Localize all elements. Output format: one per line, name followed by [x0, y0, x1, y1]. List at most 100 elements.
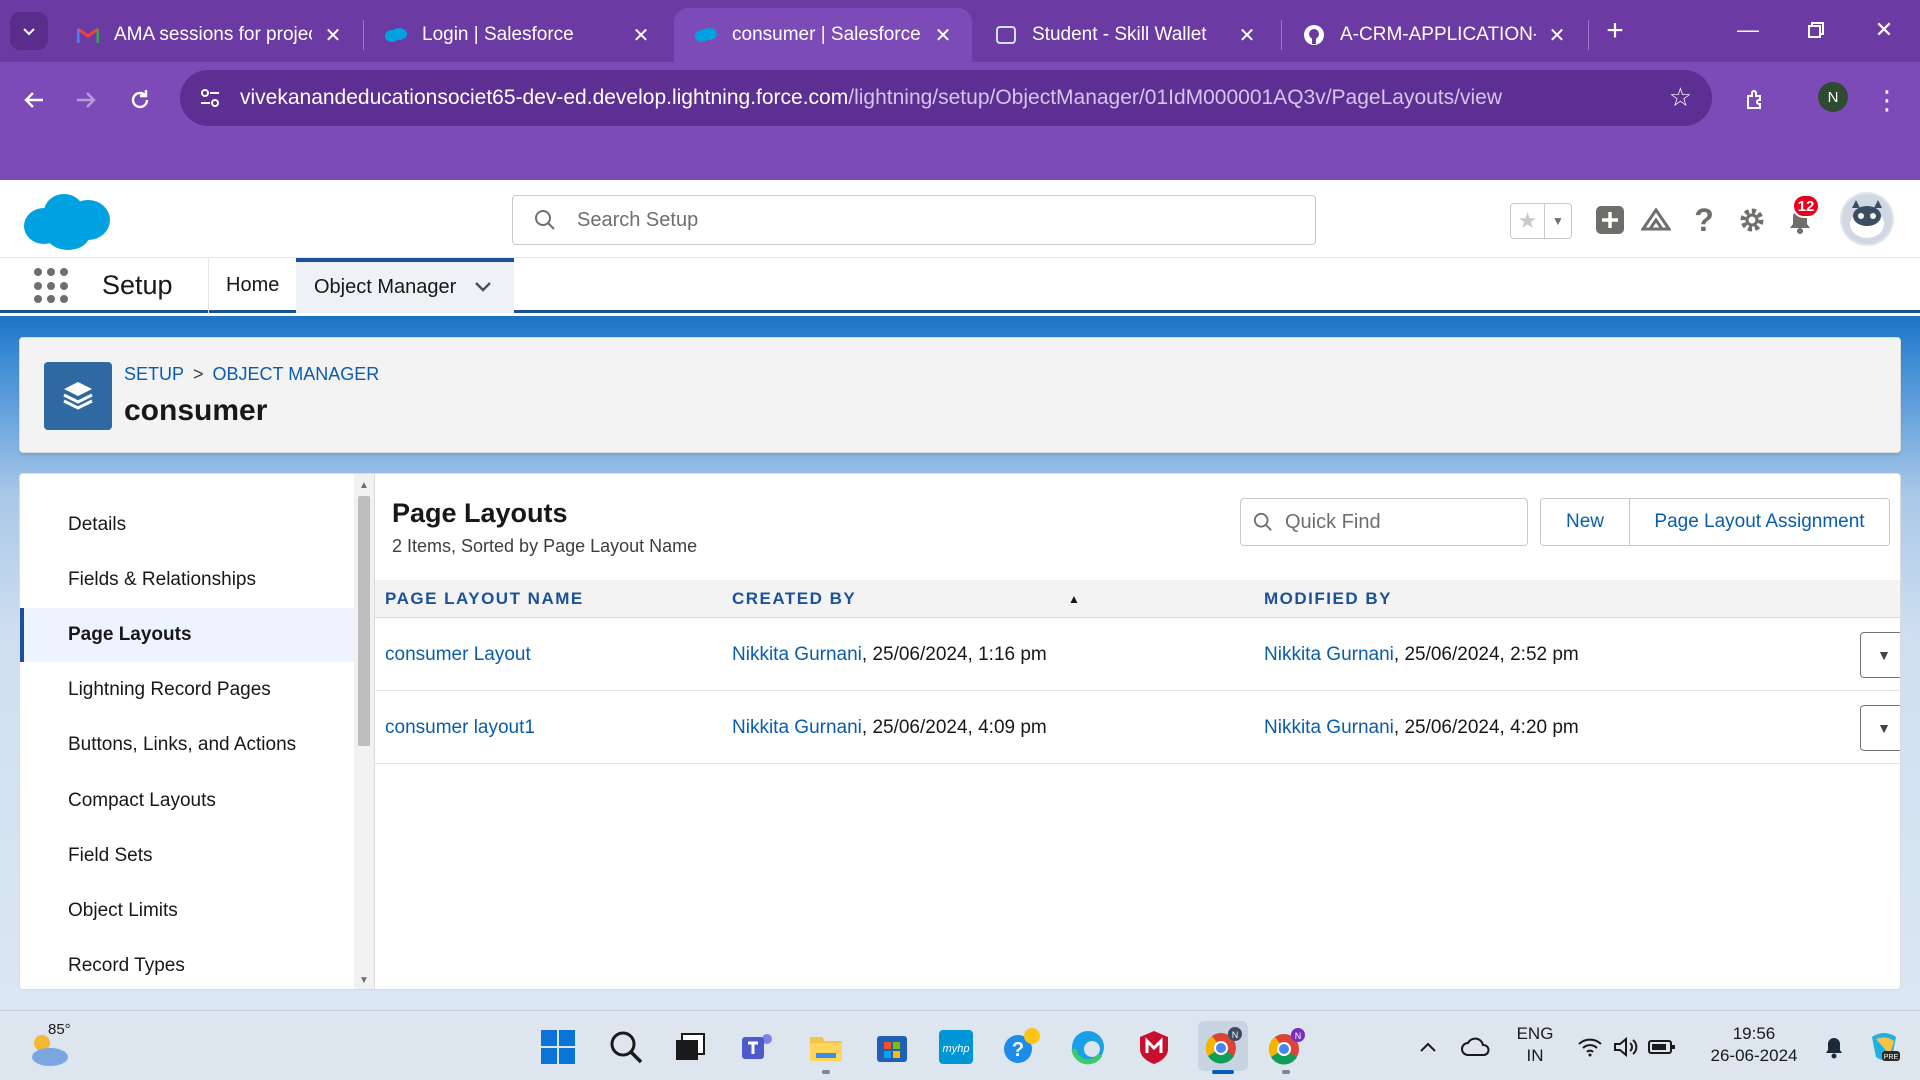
battery-icon[interactable]	[1644, 1025, 1680, 1069]
language-indicator[interactable]: ENG IN	[1508, 1023, 1562, 1067]
back-button[interactable]	[14, 80, 54, 120]
chevron-down-icon[interactable]	[474, 276, 492, 299]
column-header-created-by[interactable]: CREATED BY	[732, 580, 856, 618]
modified-by-user-link[interactable]: Nikkita Gurnani	[1264, 717, 1394, 739]
tab-title: Student - Skill Wallet	[1032, 24, 1207, 45]
clock[interactable]: 19:56 26-06-2024	[1694, 1023, 1814, 1067]
search-icon	[1241, 512, 1285, 532]
breadcrumb-setup[interactable]: SETUP	[124, 364, 184, 385]
sidebar-scrollbar[interactable]: ▲ ▼	[354, 474, 374, 989]
get-help-icon[interactable]: ?	[1000, 1025, 1044, 1069]
taskbar-search-icon[interactable]	[604, 1025, 648, 1069]
breadcrumb-object-manager[interactable]: OBJECT MANAGER	[213, 364, 380, 385]
browser-tab[interactable]: Login | Salesforce ✕	[364, 8, 670, 62]
browser-tab[interactable]: A-CRM-APPLICATION-FO ✕	[1282, 8, 1586, 62]
app-running-indicator	[1282, 1070, 1290, 1074]
column-header-page-layout-name[interactable]: PAGE LAYOUT NAME	[385, 580, 584, 618]
bookmark-star-icon[interactable]: ☆	[1669, 82, 1692, 113]
trailhead-guidance-icon[interactable]	[1638, 202, 1674, 238]
global-actions-icon[interactable]	[1592, 202, 1628, 238]
task-view-icon[interactable]	[668, 1025, 712, 1069]
teams-icon[interactable]	[736, 1025, 780, 1069]
file-explorer-icon[interactable]	[804, 1025, 848, 1069]
scroll-down-icon[interactable]: ▼	[354, 971, 374, 989]
chevron-up-icon[interactable]	[1408, 1025, 1448, 1069]
new-tab-button[interactable]: +	[1598, 14, 1632, 48]
quick-find-box[interactable]	[1240, 498, 1528, 546]
sort-ascending-icon[interactable]: ▲	[1068, 592, 1080, 606]
tab-title: A-CRM-APPLICATION-FO	[1340, 24, 1536, 45]
search-icon	[513, 209, 577, 231]
wifi-icon[interactable]	[1572, 1025, 1608, 1069]
browser-tab-active[interactable]: consumer | Salesforce ✕	[674, 8, 972, 62]
created-date: , 25/06/2024, 1:16 pm	[861, 643, 1047, 665]
tab-search-button[interactable]	[10, 12, 48, 50]
profile-avatar[interactable]: N	[1818, 82, 1848, 112]
close-icon[interactable]: ✕	[1236, 24, 1258, 47]
browser-tab[interactable]: Student - Skill Wallet ✕	[974, 8, 1276, 62]
favorites-star-icon[interactable]: ★	[1511, 204, 1545, 238]
scroll-up-icon[interactable]: ▲	[354, 476, 374, 494]
myhp-icon[interactable]: myhp	[934, 1025, 978, 1069]
scrollbar-thumb[interactable]	[358, 496, 370, 746]
windows-start-icon[interactable]	[536, 1025, 580, 1069]
created-by-user-link[interactable]: Nikkita Gurnani	[732, 644, 862, 666]
browser-menu-icon[interactable]: ⋮	[1872, 80, 1902, 120]
sidebar-item-buttons-links-actions[interactable]: Buttons, Links, and Actions	[20, 718, 354, 772]
row-actions-dropdown[interactable]: ▼	[1860, 632, 1900, 678]
close-icon[interactable]: ✕	[932, 24, 954, 47]
quick-find-input[interactable]	[1285, 510, 1515, 534]
chrome-icon-active[interactable]: N	[1198, 1021, 1248, 1071]
nav-item-home[interactable]: Home	[208, 258, 297, 313]
tab-title: Login | Salesforce	[422, 24, 574, 45]
sidebar-item-compact-layouts[interactable]: Compact Layouts	[20, 774, 354, 828]
edge-browser-icon[interactable]	[1066, 1025, 1110, 1069]
sidebar-item-lightning-record-pages[interactable]: Lightning Record Pages	[20, 663, 354, 717]
minimize-button[interactable]: —	[1726, 10, 1770, 50]
site-info-icon[interactable]	[180, 70, 240, 126]
restore-button[interactable]	[1794, 10, 1838, 50]
volume-icon[interactable]	[1608, 1025, 1644, 1069]
setup-nav-bar: Setup Home Object Manager	[0, 258, 1920, 313]
browser-tab[interactable]: AMA sessions for project ✕	[56, 8, 362, 62]
created-by-user-link[interactable]: Nikkita Gurnani	[732, 717, 862, 739]
mcafee-icon[interactable]	[1132, 1025, 1176, 1069]
notification-bell-icon[interactable]	[1816, 1025, 1852, 1069]
extensions-icon[interactable]	[1736, 80, 1776, 120]
sidebar-item-object-limits[interactable]: Object Limits	[20, 884, 354, 938]
favorites-dropdown-icon[interactable]: ▼	[1545, 204, 1571, 238]
gear-icon[interactable]	[1734, 202, 1770, 238]
search-setup-box[interactable]	[512, 195, 1316, 245]
close-icon[interactable]: ✕	[1546, 24, 1568, 47]
page-layout-link[interactable]: consumer layout1	[385, 717, 535, 739]
sidebar-item-fields-relationships[interactable]: Fields & Relationships	[20, 553, 354, 607]
close-icon[interactable]: ✕	[630, 24, 652, 47]
page-layout-link[interactable]: consumer Layout	[385, 644, 531, 666]
row-actions-dropdown[interactable]: ▼	[1860, 705, 1900, 751]
microsoft-store-icon[interactable]	[870, 1025, 914, 1069]
modified-by-user-link[interactable]: Nikkita Gurnani	[1264, 644, 1394, 666]
onedrive-cloud-icon[interactable]	[1456, 1025, 1496, 1069]
close-window-button[interactable]: ✕	[1862, 10, 1906, 50]
sidebar-item-field-sets[interactable]: Field Sets	[20, 829, 354, 883]
sidebar-item-page-layouts[interactable]: Page Layouts	[20, 608, 354, 662]
search-setup-input[interactable]	[577, 208, 1277, 232]
forward-button[interactable]	[66, 80, 106, 120]
copilot-icon[interactable]: PRE	[1862, 1025, 1906, 1069]
chrome-profile-icon[interactable]: N	[1264, 1025, 1308, 1069]
close-icon[interactable]: ✕	[322, 24, 344, 47]
sidebar-item-details[interactable]: Details	[20, 498, 354, 552]
sidebar-item-record-types[interactable]: Record Types	[20, 939, 354, 989]
user-avatar[interactable]	[1840, 192, 1894, 246]
page-layout-assignment-button[interactable]: Page Layout Assignment	[1629, 499, 1889, 545]
sidebar-item-label: Buttons, Links, and Actions	[68, 734, 297, 755]
column-header-modified-by[interactable]: MODIFIED BY	[1264, 580, 1392, 618]
app-launcher-icon[interactable]	[34, 268, 70, 304]
url-bar[interactable]: vivekanandeducationsociet65-dev-ed.devel…	[180, 70, 1712, 126]
nav-item-label: Home	[226, 274, 280, 296]
help-icon[interactable]: ?	[1686, 202, 1722, 238]
nav-item-object-manager[interactable]: Object Manager	[296, 258, 514, 313]
clock-time: 19:56	[1732, 1024, 1776, 1043]
new-button[interactable]: New	[1541, 499, 1629, 545]
reload-button[interactable]	[120, 80, 160, 120]
